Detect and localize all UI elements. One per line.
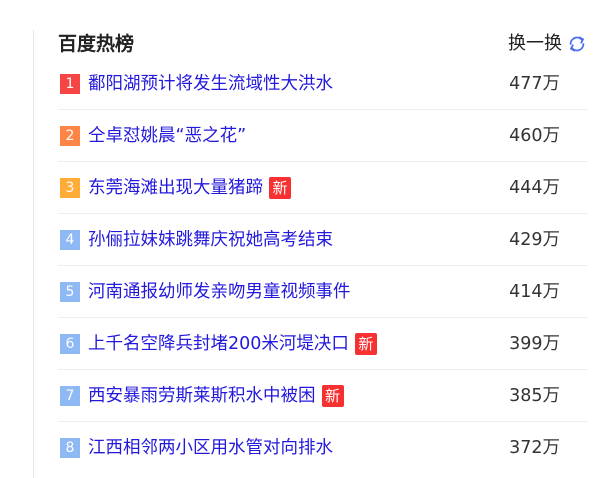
refresh-icon [569, 36, 585, 52]
hot-item-title[interactable]: 江西相邻两小区用水管对向排水 [88, 435, 333, 461]
refresh-label: 换一换 [508, 33, 562, 54]
hot-list-item[interactable]: 6 上千名空降兵封堵200米河堤决口 新 399万 [58, 318, 588, 370]
rank-badge: 8 [60, 437, 80, 458]
hot-list: 1 鄱阳湖预计将发生流域性大洪水 477万 2 仝卓怼姚晨“恶之花” 460万 … [58, 58, 588, 473]
hot-list-item[interactable]: 1 鄱阳湖预计将发生流域性大洪水 477万 [58, 58, 588, 110]
hot-item-title[interactable]: 上千名空降兵封堵200米河堤决口 [88, 331, 349, 357]
rank-badge: 2 [60, 125, 80, 146]
refresh-button[interactable]: 换一换 [508, 30, 588, 58]
hot-list-item[interactable]: 8 江西相邻两小区用水管对向排水 372万 [58, 422, 588, 473]
hot-list-item[interactable]: 7 西安暴雨劳斯莱斯积水中被困 新 385万 [58, 370, 588, 422]
rank-badge: 4 [60, 229, 80, 250]
rank-badge: 1 [60, 73, 80, 94]
hot-item-title[interactable]: 仝卓怼姚晨“恶之花” [88, 123, 246, 149]
rank-badge: 3 [60, 177, 80, 198]
hot-list-item[interactable]: 4 孙俪拉妹妹跳舞庆祝她高考结束 429万 [58, 214, 588, 266]
hot-value: 372万 [509, 437, 560, 458]
hot-item-title[interactable]: 鄱阳湖预计将发生流域性大洪水 [88, 71, 333, 97]
hot-value: 429万 [509, 229, 560, 250]
hot-list-item[interactable]: 5 河南通报幼师发亲吻男童视频事件 414万 [58, 266, 588, 318]
hot-list-item[interactable]: 3 东莞海滩出现大量猪蹄 新 444万 [58, 162, 588, 214]
hot-list-item[interactable]: 2 仝卓怼姚晨“恶之花” 460万 [58, 110, 588, 162]
hot-item-title[interactable]: 西安暴雨劳斯莱斯积水中被困 [88, 383, 316, 409]
rank-badge: 5 [60, 281, 80, 302]
hot-item-title[interactable]: 河南通报幼师发亲吻男童视频事件 [88, 279, 351, 305]
hot-list-title: 百度热榜 [58, 33, 135, 55]
hot-item-title[interactable]: 孙俪拉妹妹跳舞庆祝她高考结束 [88, 227, 333, 253]
rank-badge: 7 [60, 385, 80, 406]
hot-value: 399万 [509, 333, 560, 354]
new-badge: 新 [321, 384, 344, 407]
hot-value: 477万 [509, 73, 560, 94]
hot-value: 385万 [509, 385, 560, 406]
divider-line [33, 30, 34, 478]
hot-value: 444万 [509, 177, 560, 198]
new-badge: 新 [354, 332, 377, 355]
hot-list-header: 百度热榜 换一换 [58, 26, 588, 62]
rank-badge: 6 [60, 333, 80, 354]
hot-value: 460万 [509, 125, 560, 146]
hot-list-panel: 百度热榜 换一换 1 鄱阳湖预计将发生流域性大洪水 477万 2 仝卓怼姚晨“恶… [0, 0, 605, 478]
hot-value: 414万 [509, 281, 560, 302]
hot-item-title[interactable]: 东莞海滩出现大量猪蹄 [88, 175, 263, 201]
new-badge: 新 [269, 176, 291, 199]
